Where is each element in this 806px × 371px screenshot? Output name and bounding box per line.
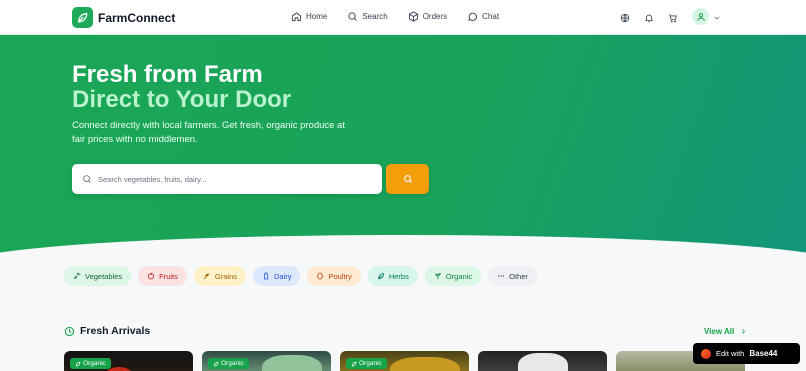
category-chip-grains[interactable]: Grains — [193, 266, 246, 286]
product-card[interactable] — [478, 351, 607, 371]
category-chip-organic[interactable]: Organic — [424, 266, 482, 286]
globe-icon[interactable] — [620, 13, 630, 23]
carrot-icon — [73, 272, 81, 280]
chevron-down-icon[interactable] — [713, 14, 721, 22]
produce-image — [262, 355, 322, 371]
leaf-icon — [378, 273, 384, 280]
organic-badge-label: Organic — [359, 360, 382, 367]
category-chip-fruits[interactable]: Fruits — [138, 266, 187, 286]
nav-search-label: Search — [362, 12, 388, 21]
fresh-arrivals-heading: Fresh Arrivals — [64, 325, 150, 337]
box-icon — [408, 11, 418, 22]
chat-icon — [468, 12, 478, 21]
search-icon — [403, 175, 412, 183]
product-card[interactable]: Organic — [202, 351, 331, 371]
hero-wave-divider — [0, 235, 806, 260]
category-chip-label: Organic — [445, 271, 473, 281]
category-chip-label: Fruits — [159, 271, 178, 281]
nav-home[interactable]: Home — [291, 11, 327, 22]
category-chip-herbs[interactable]: Herbs — [367, 266, 418, 286]
organic-badge: Organic — [346, 358, 387, 369]
category-chip-label: Poultry — [328, 271, 352, 281]
organic-badge-label: Organic — [83, 360, 106, 367]
category-chip-dairy[interactable]: Dairy — [252, 266, 301, 286]
sprout-icon — [435, 273, 441, 280]
leaf-icon — [75, 361, 81, 366]
view-all-link[interactable]: View All — [704, 327, 747, 336]
home-icon — [291, 12, 302, 22]
product-card[interactable]: Organic — [64, 351, 193, 371]
produce-image — [390, 357, 460, 371]
egg-icon — [317, 272, 324, 280]
category-chip-vegetables[interactable]: Vegetables — [64, 266, 132, 286]
more-icon — [498, 275, 505, 277]
chevron-right-icon — [742, 329, 746, 334]
hero-search-box — [72, 164, 382, 194]
hero-search-input[interactable] — [98, 174, 368, 184]
nav-orders[interactable]: Orders — [408, 11, 447, 22]
hero-title-line1: Fresh from Farm — [72, 61, 263, 88]
edit-with-base44-button[interactable]: Edit with Base44 — [693, 343, 800, 364]
base44-logo-icon — [701, 348, 711, 359]
search-icon — [83, 175, 91, 183]
top-navbar: FarmConnect Home Search Orders Chat — [0, 0, 806, 35]
category-chips: Vegetables Fruits Grains Dairy Poultry H… — [64, 266, 537, 286]
cart-icon[interactable] — [668, 13, 678, 23]
brand-name: FarmConnect — [98, 10, 176, 25]
header-actions — [620, 8, 721, 25]
category-chip-label: Herbs — [388, 271, 409, 281]
hero-title-line2: Direct to Your Door — [72, 86, 292, 113]
hero-subtitle: Connect directly with local farmers. Get… — [72, 120, 345, 145]
edit-with-label: Edit with — [716, 349, 745, 358]
leaf-logo-icon — [72, 7, 93, 28]
category-chip-label: Vegetables — [85, 271, 123, 281]
user-icon — [696, 12, 705, 21]
nav-orders-label: Orders — [422, 12, 448, 21]
bell-icon[interactable] — [644, 13, 654, 23]
nav-chat-label: Chat — [482, 12, 500, 21]
wheat-icon — [203, 273, 210, 280]
clock-icon — [64, 326, 75, 336]
category-chip-label: Dairy — [273, 271, 292, 281]
nav-chat[interactable]: Chat — [467, 11, 499, 22]
hero-search-button[interactable] — [386, 164, 429, 194]
nav-home-label: Home — [306, 12, 328, 21]
organic-badge: Organic — [208, 358, 249, 369]
leaf-icon — [213, 361, 219, 366]
fresh-arrivals-title: Fresh Arrivals — [80, 325, 151, 337]
search-icon — [348, 12, 357, 21]
edit-brand-label: Base44 — [749, 349, 778, 358]
brand[interactable]: FarmConnect — [72, 7, 175, 28]
user-avatar[interactable] — [692, 8, 709, 25]
produce-image — [518, 353, 568, 371]
main-nav: Home Search Orders Chat — [291, 11, 499, 22]
fresh-arrivals-list: Organic Organic Organic — [64, 351, 745, 371]
leaf-icon — [351, 361, 357, 366]
organic-badge-label: Organic — [221, 360, 244, 367]
view-all-label: View All — [704, 327, 735, 336]
apple-icon — [148, 272, 155, 280]
hero-banner: Fresh from Farm Direct to Your Door Conn… — [0, 35, 806, 260]
product-card[interactable]: Organic — [340, 351, 469, 371]
category-chip-poultry[interactable]: Poultry — [307, 266, 361, 286]
nav-search[interactable]: Search — [347, 11, 388, 22]
category-chip-label: Grains — [214, 271, 237, 281]
organic-badge: Organic — [70, 358, 111, 369]
category-chip-label: Other — [509, 271, 528, 281]
milk-icon — [263, 272, 269, 280]
category-chip-other[interactable]: Other — [488, 266, 537, 286]
